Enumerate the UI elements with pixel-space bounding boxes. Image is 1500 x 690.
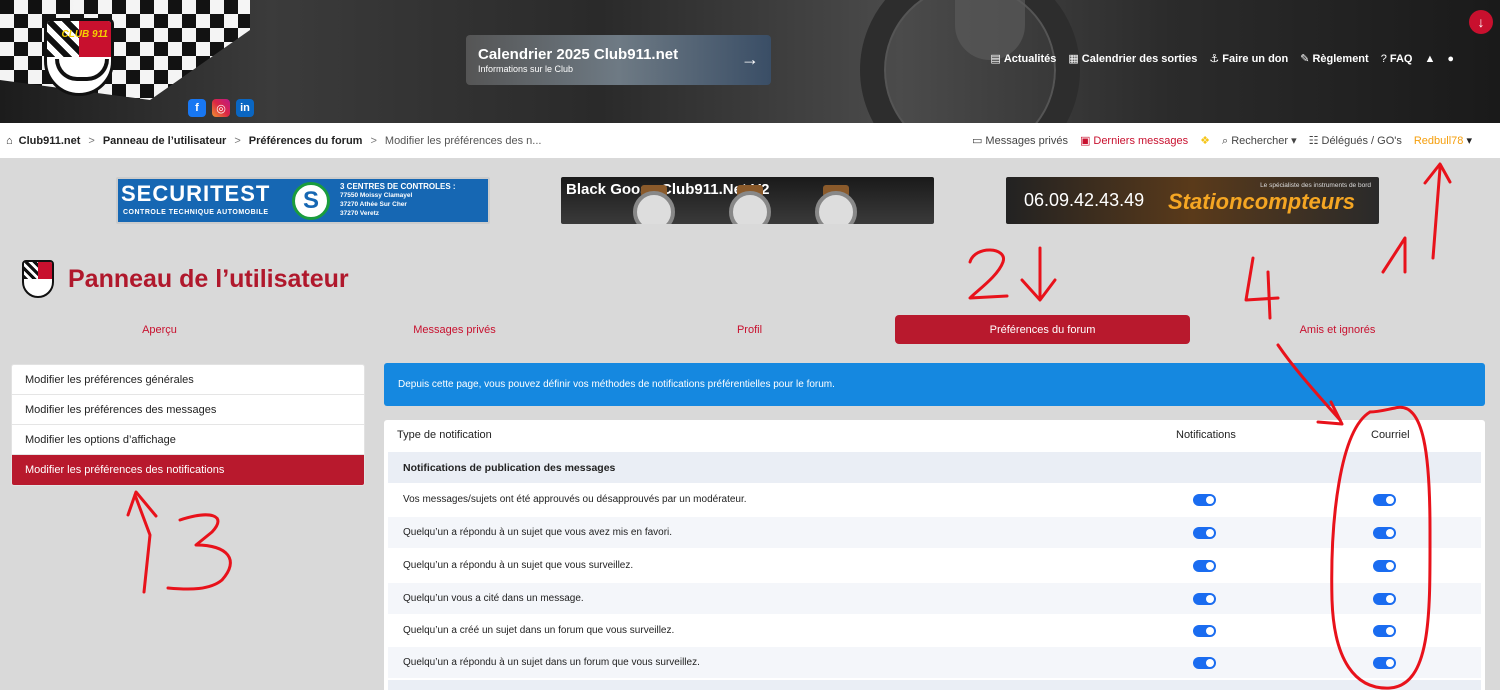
annotation-1 bbox=[1381, 236, 1407, 274]
promo-subtitle: Informations sur le Club bbox=[478, 64, 574, 74]
calendar-icon: ▦ bbox=[1068, 53, 1079, 65]
stationcompteurs-ad[interactable]: Le spécialiste des instruments de bord 0… bbox=[1006, 177, 1379, 224]
club911-logo[interactable]: CLUB 911 bbox=[44, 18, 114, 96]
breadcrumb-prefs[interactable]: Préférences du forum bbox=[249, 135, 363, 147]
nav-actualites[interactable]: ▤ Actualités bbox=[990, 52, 1056, 66]
facebook-icon[interactable]: f bbox=[188, 99, 206, 117]
rules-icon: ✎ bbox=[1300, 53, 1310, 65]
calendar-promo-banner[interactable]: Calendrier 2025 Club911.net Informations… bbox=[466, 35, 771, 85]
breadcrumb-ucp[interactable]: Panneau de l’utilisateur bbox=[103, 135, 226, 147]
delegates-link[interactable]: ☷ Délégués / GO's bbox=[1309, 134, 1402, 147]
top-nav: ▤ Actualités ▦ Calendrier des sorties ⚓ Fai… bbox=[990, 52, 1454, 66]
user-nav: ▭ Messages privés ▣ Derniers messages ❖ ⌕ R… bbox=[972, 123, 1472, 158]
search-icon: ⌕ bbox=[1222, 134, 1229, 147]
apple-icon[interactable]: ● bbox=[1447, 52, 1454, 65]
tab-amis-ignores[interactable]: Amis et ignorés bbox=[1190, 315, 1485, 344]
sidebar-item-messages[interactable]: Modifier les préférences des messages bbox=[12, 395, 364, 425]
notification-toggle[interactable] bbox=[1193, 624, 1216, 637]
email-toggle[interactable] bbox=[1373, 656, 1396, 669]
promo-title: Calendrier 2025 Club911.net bbox=[478, 46, 679, 63]
android-icon[interactable]: ▲ bbox=[1424, 52, 1435, 65]
checkered-flag-graphic bbox=[0, 0, 250, 100]
table-group-header: Notifications de publication des message… bbox=[388, 452, 1481, 483]
search-link[interactable]: ⌕ Rechercher ▾ bbox=[1222, 134, 1297, 148]
notification-toggle[interactable] bbox=[1193, 656, 1216, 669]
club-crest-icon bbox=[22, 260, 54, 298]
sidebar-item-display[interactable]: Modifier les options d’affichage bbox=[12, 425, 364, 455]
annotation-3 bbox=[166, 513, 232, 591]
email-toggle[interactable] bbox=[1373, 592, 1396, 605]
newspaper-icon: ▤ bbox=[990, 53, 1001, 65]
notifications-table: Type de notification Notifications Courr… bbox=[384, 420, 1485, 690]
nav-reglement[interactable]: ✎ Règlement bbox=[1300, 52, 1368, 66]
notification-toggle[interactable] bbox=[1193, 559, 1216, 572]
dropbox-icon[interactable]: ❖ bbox=[1200, 134, 1210, 147]
help-icon: ? bbox=[1380, 52, 1387, 65]
table-header: Type de notification Notifications Courr… bbox=[397, 429, 1410, 441]
scroll-down-icon[interactable]: ↓ bbox=[1469, 10, 1493, 34]
arrow-right-icon: → bbox=[741, 49, 759, 69]
table-row: Quelqu’un vous a cité dans un message. bbox=[388, 583, 1481, 614]
securitest-ad[interactable]: SECURITEST CONTROLE TECHNIQUE AUTOMOBILE… bbox=[116, 177, 490, 224]
email-toggle[interactable] bbox=[1373, 526, 1396, 539]
annotation-2 bbox=[968, 248, 1009, 300]
sidebar-item-notifications[interactable]: Modifier les préférences des notificatio… bbox=[12, 455, 364, 485]
message-icon: ▣ bbox=[1079, 135, 1091, 147]
annotation-4 bbox=[1244, 256, 1280, 302]
breadcrumb-home[interactable]: Club911.net bbox=[19, 135, 81, 147]
notification-toggle[interactable] bbox=[1193, 526, 1216, 539]
tab-messages-prives[interactable]: Messages privés bbox=[307, 315, 602, 344]
arrow-up-to-user-menu bbox=[1431, 166, 1442, 260]
tab-profil[interactable]: Profil bbox=[602, 315, 897, 344]
site-header: CLUB 911 f ◎ in Calendrier 2025 Club911.… bbox=[0, 0, 1500, 123]
nav-faq[interactable]: ? FAQ bbox=[1381, 52, 1413, 65]
donate-icon: ⚓ bbox=[1209, 53, 1220, 65]
prefs-sidebar: Modifier les préférences générales Modif… bbox=[11, 364, 365, 486]
inbox-icon: ▭ bbox=[972, 135, 983, 147]
linkedin-icon[interactable]: in bbox=[236, 99, 254, 117]
breadcrumb-current: Modifier les préférences des n... bbox=[384, 134, 542, 147]
ucp-tabs: Aperçu Messages privés Profil Préférence… bbox=[12, 315, 1487, 345]
page-title: Panneau de l’utilisateur bbox=[22, 260, 349, 298]
list-icon: ☷ bbox=[1308, 135, 1319, 147]
user-menu[interactable]: Redbull78 ▾ bbox=[1414, 134, 1472, 147]
table-row: Quelqu’un a répondu à un sujet que vous … bbox=[388, 550, 1481, 581]
latest-messages-link[interactable]: ▣ Derniers messages bbox=[1080, 134, 1188, 147]
table-row: Quelqu’un a créé un sujet dans un forum … bbox=[388, 615, 1481, 646]
table-row: Vos messages/sujets ont été approuvés ou… bbox=[388, 484, 1481, 515]
table-row: Quelqu’un a répondu à un sujet dans un f… bbox=[388, 647, 1481, 678]
table-row: Quelqu’un a répondu à un sujet que vous … bbox=[388, 517, 1481, 548]
breadcrumb: ⌂ Club911.net > Panneau de l’utilisateur… bbox=[6, 134, 542, 147]
email-toggle[interactable] bbox=[1373, 624, 1396, 637]
securitest-logo: S bbox=[292, 182, 330, 220]
home-icon[interactable]: ⌂ bbox=[6, 135, 13, 147]
notification-toggle[interactable] bbox=[1193, 493, 1216, 506]
email-toggle[interactable] bbox=[1373, 559, 1396, 572]
tab-preferences-forum[interactable]: Préférences du forum bbox=[895, 315, 1190, 344]
sidebar-item-general[interactable]: Modifier les préférences générales bbox=[12, 365, 364, 395]
breadcrumb-bar: ⌂ Club911.net > Panneau de l’utilisateur… bbox=[0, 123, 1500, 158]
nav-don[interactable]: ⚓ Faire un don bbox=[1209, 52, 1288, 66]
tab-apercu[interactable]: Aperçu bbox=[12, 315, 307, 344]
black-goose-ad[interactable]: Black Goose Club911.Net V2 bbox=[561, 177, 934, 224]
email-toggle[interactable] bbox=[1373, 493, 1396, 506]
watch-image bbox=[815, 191, 857, 224]
instagram-icon[interactable]: ◎ bbox=[212, 99, 230, 117]
table-group-header bbox=[388, 680, 1481, 690]
info-alert: Depuis cette page, vous pouvez définir v… bbox=[384, 363, 1485, 406]
private-messages-link[interactable]: ▭ Messages privés bbox=[972, 134, 1068, 147]
notification-toggle[interactable] bbox=[1193, 592, 1216, 605]
nav-calendrier[interactable]: ▦ Calendrier des sorties bbox=[1068, 52, 1197, 66]
arrow-up-to-notifications-pref bbox=[133, 493, 152, 594]
social-links: f ◎ in bbox=[188, 99, 254, 117]
